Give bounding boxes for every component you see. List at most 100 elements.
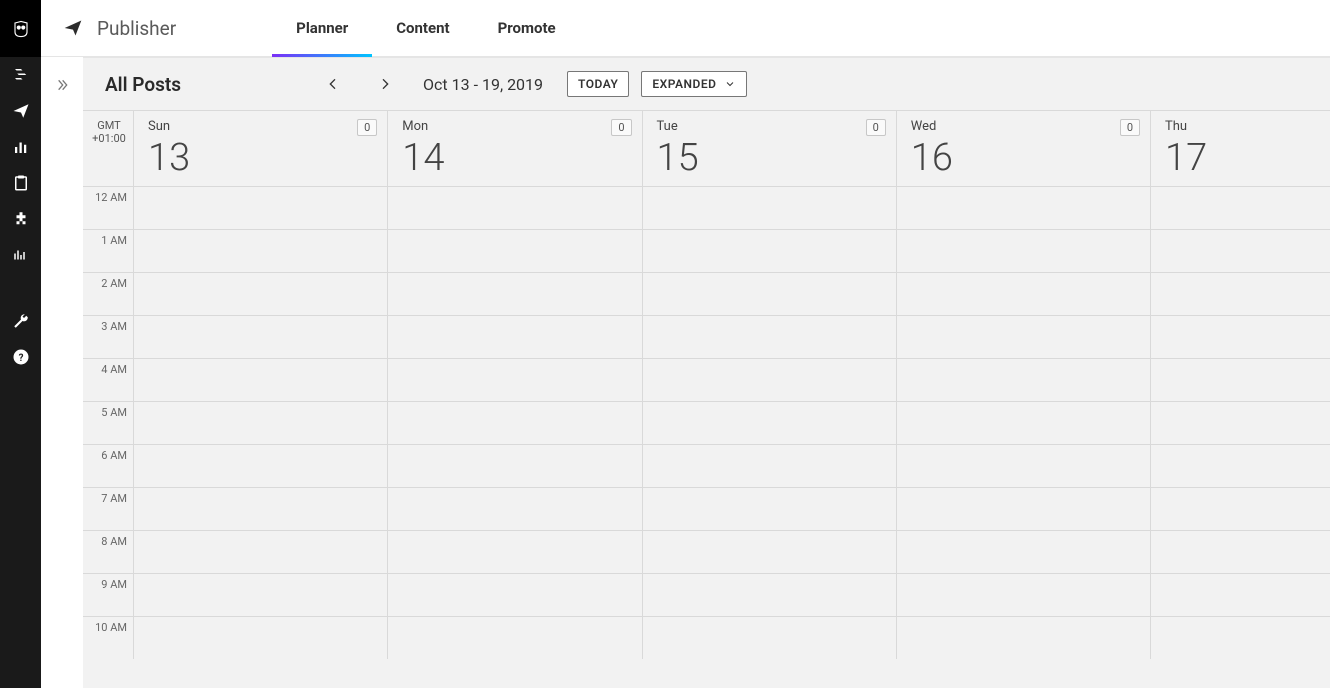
impact-icon[interactable] bbox=[0, 237, 41, 273]
dow-label: Thu bbox=[1165, 119, 1320, 134]
analytics-icon[interactable] bbox=[0, 129, 41, 165]
calendar-cell[interactable] bbox=[387, 402, 641, 444]
calendar-cell[interactable] bbox=[1150, 531, 1330, 573]
calendar-cell[interactable] bbox=[1150, 488, 1330, 530]
tab-planner[interactable]: Planner bbox=[272, 0, 372, 56]
calendar-cell[interactable] bbox=[896, 273, 1150, 315]
calendar-cell[interactable] bbox=[133, 316, 387, 358]
calendar-cell[interactable] bbox=[642, 359, 896, 401]
day-header-sun: Sun 13 0 bbox=[133, 111, 387, 186]
help-icon[interactable]: ? bbox=[0, 339, 41, 375]
calendar-cell[interactable] bbox=[387, 445, 641, 487]
calendar-cell[interactable] bbox=[642, 402, 896, 444]
calendar-cell[interactable] bbox=[133, 230, 387, 272]
calendar-cell[interactable] bbox=[1150, 402, 1330, 444]
timezone-label: GMT +01:00 bbox=[83, 111, 133, 186]
calendar-cell[interactable] bbox=[642, 617, 896, 659]
calendar-cell[interactable] bbox=[1150, 617, 1330, 659]
calendar-cell[interactable] bbox=[896, 488, 1150, 530]
calendar-cell[interactable] bbox=[896, 359, 1150, 401]
calendar-cell[interactable] bbox=[387, 187, 641, 229]
tab-label: Content bbox=[396, 19, 449, 37]
chevron-down-icon bbox=[724, 78, 736, 90]
hour-label: 10 AM bbox=[83, 617, 133, 659]
tools-icon[interactable] bbox=[0, 303, 41, 339]
calendar-cell[interactable] bbox=[642, 230, 896, 272]
calendar-cell[interactable] bbox=[896, 617, 1150, 659]
calendar-cell[interactable] bbox=[387, 316, 641, 358]
calendar-cell[interactable] bbox=[387, 273, 641, 315]
calendar-cell[interactable] bbox=[1150, 187, 1330, 229]
calendar-cell[interactable] bbox=[896, 402, 1150, 444]
day-number: 14 bbox=[402, 136, 631, 180]
dow-label: Wed bbox=[911, 119, 1140, 134]
dow-label: Sun bbox=[148, 119, 377, 134]
calendar-cell[interactable] bbox=[133, 488, 387, 530]
expand-sidebar-button[interactable] bbox=[41, 57, 83, 688]
calendar-cell[interactable] bbox=[642, 531, 896, 573]
calendar-cell[interactable] bbox=[1150, 445, 1330, 487]
calendar-cell[interactable] bbox=[896, 531, 1150, 573]
calendar-cell[interactable] bbox=[133, 617, 387, 659]
calendar-cell[interactable] bbox=[896, 574, 1150, 616]
owl-logo[interactable] bbox=[0, 0, 41, 57]
calendar-cell[interactable] bbox=[387, 230, 641, 272]
tab-label: Promote bbox=[498, 19, 556, 37]
today-button[interactable]: TODAY bbox=[567, 71, 629, 97]
calendar-cell[interactable] bbox=[387, 617, 641, 659]
post-count-badge: 0 bbox=[1120, 119, 1140, 136]
calendar-cell[interactable] bbox=[133, 273, 387, 315]
hour-row: 8 AM bbox=[83, 530, 1330, 573]
calendar-cell[interactable] bbox=[133, 187, 387, 229]
calendar-cell[interactable] bbox=[642, 488, 896, 530]
calendar-cell[interactable] bbox=[896, 445, 1150, 487]
hour-label: 8 AM bbox=[83, 531, 133, 573]
calendar-cell[interactable] bbox=[896, 230, 1150, 272]
calendar-cell[interactable] bbox=[1150, 359, 1330, 401]
calendar-cell[interactable] bbox=[896, 187, 1150, 229]
day-number: 15 bbox=[657, 136, 886, 180]
calendar-cell[interactable] bbox=[387, 488, 641, 530]
tab-promote[interactable]: Promote bbox=[474, 0, 580, 56]
publisher-plane-icon bbox=[63, 18, 83, 38]
calendar-cell[interactable] bbox=[133, 445, 387, 487]
day-number: 13 bbox=[148, 136, 377, 180]
tab-content[interactable]: Content bbox=[372, 0, 473, 56]
calendar-cell[interactable] bbox=[1150, 273, 1330, 315]
view-select[interactable]: EXPANDED bbox=[641, 71, 747, 97]
calendar-cell[interactable] bbox=[1150, 316, 1330, 358]
calendar-grid: 12 AM 1 AM 2 AM bbox=[83, 186, 1330, 688]
post-count-badge: 0 bbox=[357, 119, 377, 136]
calendar-cell[interactable] bbox=[387, 531, 641, 573]
calendar-cell[interactable] bbox=[642, 574, 896, 616]
calendar-cell[interactable] bbox=[896, 316, 1150, 358]
calendar-cell[interactable] bbox=[387, 574, 641, 616]
hour-row: 1 AM bbox=[83, 229, 1330, 272]
calendar-cell[interactable] bbox=[133, 531, 387, 573]
calendar-cell[interactable] bbox=[387, 359, 641, 401]
assignments-icon[interactable] bbox=[0, 165, 41, 201]
calendar-cell[interactable] bbox=[1150, 574, 1330, 616]
calendar-cell[interactable] bbox=[642, 187, 896, 229]
calendar-cell[interactable] bbox=[642, 273, 896, 315]
page-title: All Posts bbox=[105, 73, 181, 96]
calendar-cell[interactable] bbox=[642, 445, 896, 487]
calendar-cell[interactable] bbox=[133, 574, 387, 616]
header-tabs: Planner Content Promote bbox=[272, 0, 579, 56]
publisher-icon[interactable] bbox=[0, 93, 41, 129]
hour-label: 2 AM bbox=[83, 273, 133, 315]
calendar-cell[interactable] bbox=[133, 402, 387, 444]
dow-label: Tue bbox=[657, 119, 886, 134]
calendar-cell[interactable] bbox=[1150, 230, 1330, 272]
brand-title: Publisher bbox=[97, 17, 176, 40]
day-number: 17 bbox=[1165, 136, 1320, 180]
prev-week-button[interactable] bbox=[321, 72, 345, 96]
left-rail: ? bbox=[0, 0, 41, 688]
calendar-cell[interactable] bbox=[133, 359, 387, 401]
apps-icon[interactable] bbox=[0, 201, 41, 237]
day-number: 16 bbox=[911, 136, 1140, 180]
next-week-button[interactable] bbox=[373, 72, 397, 96]
tz-line1: GMT bbox=[89, 119, 129, 132]
calendar-cell[interactable] bbox=[642, 316, 896, 358]
streams-icon[interactable] bbox=[0, 57, 41, 93]
